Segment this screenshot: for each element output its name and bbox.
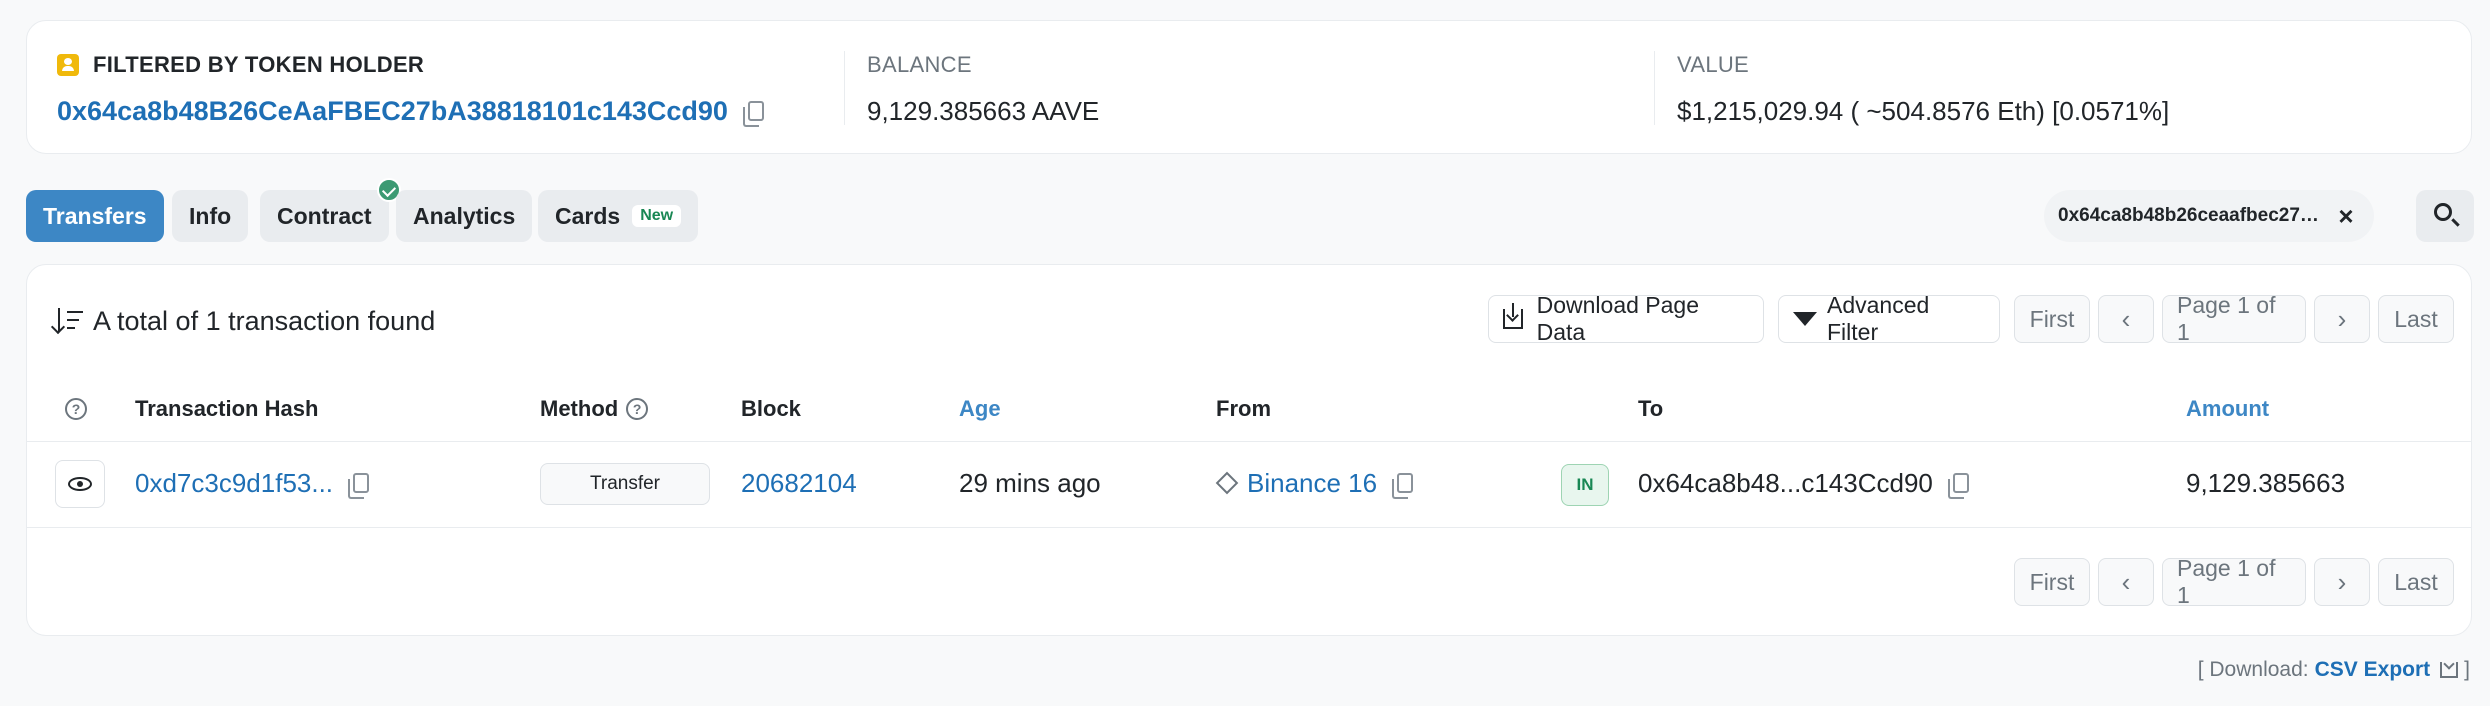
tab-label: Cards <box>555 202 621 229</box>
download-icon <box>1503 303 1523 329</box>
tab-transfers[interactable]: Transfers <box>26 190 164 242</box>
header-method: Method ? <box>540 393 649 425</box>
divider <box>844 51 845 125</box>
tab-label: Info <box>189 202 232 229</box>
search-button[interactable] <box>2416 190 2474 242</box>
balance-label: BALANCE <box>867 52 972 77</box>
eye-icon <box>68 477 92 491</box>
download-label: Download Page Data <box>1536 292 1700 345</box>
header-method-text: Method <box>540 396 619 421</box>
method-badge: Transfer <box>540 463 710 505</box>
token-holder-summary: FILTERED BY TOKEN HOLDER 0x64ca8b48B26Ce… <box>26 20 2472 154</box>
advanced-filter-button[interactable]: Advanced Filter <box>1778 292 2000 345</box>
view-details-button[interactable] <box>55 460 105 508</box>
table-row-age: 29 mins ago <box>959 468 1101 498</box>
divider <box>27 527 2471 528</box>
divider <box>1654 51 1655 125</box>
header-block: Block <box>741 396 801 421</box>
transaction-count: A total of 1 transaction found <box>55 301 435 341</box>
tab-label: Contract <box>277 202 372 229</box>
holder-address-link[interactable]: 0x64ca8b48B26CeAaFBEC27bA38818101c143Ccd… <box>57 93 728 129</box>
value-label: VALUE <box>1677 52 1750 77</box>
filter-label-text: FILTERED BY TOKEN HOLDER <box>93 52 425 77</box>
copy-icon[interactable] <box>348 473 370 499</box>
last-label: Last <box>2394 305 2438 332</box>
address-filter-chip: 0x64ca8b48b26ceaafbec27ba38818101c143ccd… <box>2044 190 2374 242</box>
pagination-page-indicator: Page 1 of 1 <box>2162 292 2306 345</box>
filter-icon <box>1793 312 1817 326</box>
header-amount[interactable]: Amount <box>2186 393 2269 425</box>
header-hash: Transaction Hash <box>135 396 319 421</box>
csv-download-note: [ Download: CSV Export ] <box>2198 658 2470 682</box>
tab-label: Analytics <box>413 202 516 229</box>
pagination-first-button[interactable]: First <box>2014 558 2090 606</box>
first-label: First <box>2029 305 2075 332</box>
chevron-left-icon: ‹ <box>2121 566 2131 597</box>
chevron-right-icon: › <box>2337 303 2347 334</box>
balance-value: 9,129.385663 AAVE <box>867 96 1100 126</box>
row-info-header: ? <box>65 393 87 425</box>
close-icon[interactable]: × <box>2332 202 2360 230</box>
header-to: To <box>1638 396 1664 421</box>
table-row-amount: 9,129.385663 <box>2186 468 2346 498</box>
pagination-last-button[interactable]: Last <box>2378 295 2454 343</box>
header-from: From <box>1216 396 1271 421</box>
transfers-panel: A total of 1 transaction found Download … <box>26 264 2472 636</box>
block-link[interactable]: 20682104 <box>741 462 857 504</box>
total-text: A total of 1 transaction found <box>93 305 436 336</box>
divider <box>27 441 2471 442</box>
direction-badge: IN <box>1561 464 1609 506</box>
pagination-last-button[interactable]: Last <box>2378 558 2454 606</box>
first-label: First <box>2029 568 2075 595</box>
page-text: Page 1 of 1 <box>2177 292 2276 345</box>
pagination-next-button[interactable]: › <box>2314 295 2370 343</box>
table-row-block: 20682104 <box>741 462 857 504</box>
copy-icon[interactable] <box>742 101 764 127</box>
download-suffix: ] <box>2464 658 2470 681</box>
advanced-filter-label: Advanced Filter <box>1827 292 1930 345</box>
download-prefix: [ Download: <box>2197 658 2309 681</box>
pagination-prev-button[interactable]: ‹ <box>2098 295 2154 343</box>
table-row-hash: 0xd7c3c9d1f53... <box>135 462 370 504</box>
holder-column: FILTERED BY TOKEN HOLDER 0x64ca8b48B26Ce… <box>57 49 764 129</box>
copy-icon[interactable] <box>1392 473 1414 499</box>
to-address: 0x64ca8b48...c143Ccd90 <box>1638 468 1933 498</box>
pagination-page-indicator: Page 1 of 1 <box>2162 555 2306 608</box>
tab-cards[interactable]: Cards New <box>538 190 699 242</box>
download-icon <box>2440 662 2459 678</box>
page-text: Page 1 of 1 <box>2177 555 2276 608</box>
help-icon[interactable]: ? <box>626 398 649 420</box>
copy-icon[interactable] <box>1947 473 1969 499</box>
user-badge-icon <box>57 54 79 76</box>
exchange-icon <box>1215 471 1239 495</box>
value-value: $1,215,029.94 ( ~504.8576 Eth) [0.0571%] <box>1677 96 2170 126</box>
download-page-data-button[interactable]: Download Page Data <box>1488 292 1764 345</box>
filter-chip-text: 0x64ca8b48b26ceaafbec27ba38818101c143ccd… <box>2058 205 2328 226</box>
last-label: Last <box>2394 568 2438 595</box>
tab-analytics[interactable]: Analytics <box>396 190 533 242</box>
table-row-to: 0x64ca8b48...c143Ccd90 <box>1638 462 1969 504</box>
csv-export-link[interactable]: CSV Export <box>2315 658 2431 682</box>
new-badge: New <box>632 205 682 227</box>
help-icon[interactable]: ? <box>65 398 87 420</box>
balance-column: BALANCE 9,129.385663 AAVE <box>867 49 1099 129</box>
chevron-left-icon: ‹ <box>2121 303 2131 334</box>
header-age[interactable]: Age <box>959 393 1001 425</box>
tab-contract[interactable]: Contract <box>260 178 401 242</box>
tab-label: Transfers <box>43 202 147 229</box>
pagination-prev-button[interactable]: ‹ <box>2098 558 2154 606</box>
pagination-first-button[interactable]: First <box>2014 295 2090 343</box>
filter-label: FILTERED BY TOKEN HOLDER <box>57 49 764 81</box>
tx-hash-link[interactable]: 0xd7c3c9d1f53... <box>135 462 333 504</box>
from-link[interactable]: Binance 16 <box>1247 462 1377 504</box>
search-icon <box>2434 203 2452 221</box>
chevron-right-icon: › <box>2337 566 2347 597</box>
holder-address-row: 0x64ca8b48B26CeAaFBEC27bA38818101c143Ccd… <box>57 93 764 129</box>
value-column: VALUE $1,215,029.94 ( ~504.8576 Eth) [0.… <box>1677 49 2169 129</box>
pagination-next-button[interactable]: › <box>2314 558 2370 606</box>
tab-info[interactable]: Info <box>172 190 249 242</box>
sort-icon <box>55 308 85 334</box>
table-row-from: Binance 16 <box>1215 462 1414 504</box>
